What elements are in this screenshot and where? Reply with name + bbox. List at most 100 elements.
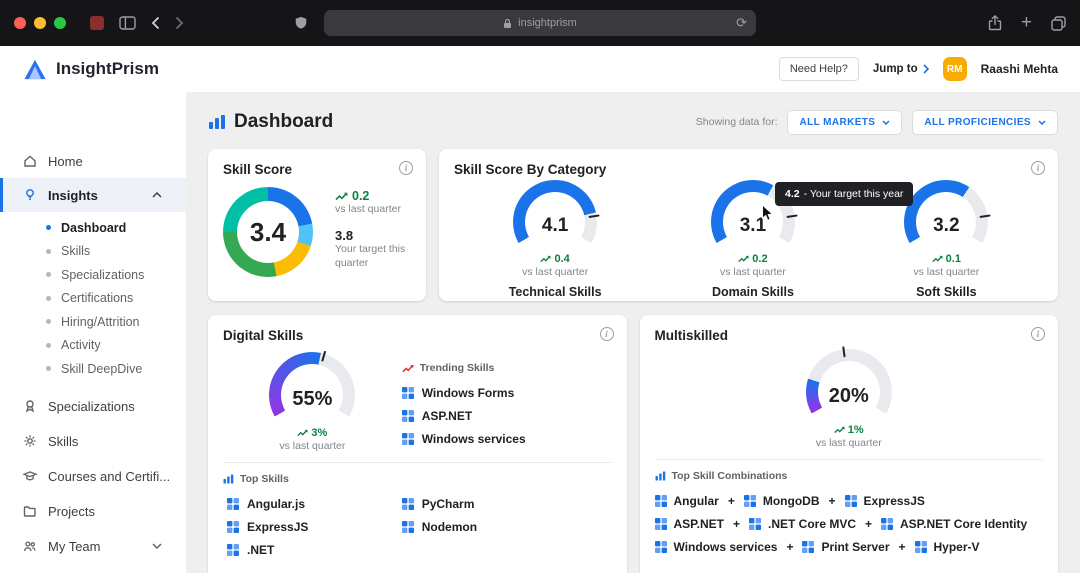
card-title: Skill Score xyxy=(223,162,411,177)
skill-label: ExpressJS xyxy=(247,520,308,534)
sidebar-toggle-icon[interactable] xyxy=(119,16,136,30)
skill-icon xyxy=(402,521,414,533)
courses-icon xyxy=(22,468,38,484)
proficiencies-filter-dropdown[interactable]: ALL PROFICIENCIES xyxy=(912,110,1058,135)
sidebar-item-skills[interactable]: Skills xyxy=(0,424,186,459)
bullet-icon xyxy=(46,319,51,324)
sidebar-item-specializations[interactable]: Specializations xyxy=(0,389,186,424)
sidebar-subitem-skills[interactable]: Skills xyxy=(0,240,186,264)
address-bar[interactable]: insightprism ⟳ xyxy=(324,10,756,36)
sidebar-subitem-activity[interactable]: Activity xyxy=(0,334,186,358)
sidebar-item-courses-certifications[interactable]: Courses and Certifi... xyxy=(0,459,186,494)
showing-data-label: Showing data for: xyxy=(696,116,778,128)
user-name: Raashi Mehta xyxy=(981,62,1058,76)
skill-icon xyxy=(655,541,667,553)
share-icon[interactable] xyxy=(988,15,1002,31)
skill-score-target: 3.8 xyxy=(335,228,419,243)
skill-icon xyxy=(749,518,761,530)
trend-up-icon xyxy=(738,255,749,263)
reload-icon[interactable]: ⟳ xyxy=(736,15,747,31)
insightprism-logo-icon xyxy=(22,58,48,81)
top-skill-item: Angular.js xyxy=(227,492,402,515)
skill-label: Angular.js xyxy=(247,497,305,511)
info-icon[interactable]: i xyxy=(1031,161,1045,175)
multiskilled-gauge: 20% 1% xyxy=(806,349,892,435)
skill-icon xyxy=(802,541,814,553)
brand[interactable]: InsightPrism xyxy=(22,58,159,81)
forward-button[interactable] xyxy=(175,16,184,30)
brand-name: InsightPrism xyxy=(56,59,159,79)
avatar[interactable]: RM xyxy=(943,57,967,81)
digital-skills-gauge: 55% 3% xyxy=(269,352,355,438)
new-tab-icon[interactable]: + xyxy=(1021,13,1032,32)
sidebar-subitem-certifications[interactable]: Certifications xyxy=(0,287,186,311)
skill-label: Windows Forms xyxy=(422,386,515,400)
skill-label: Angular xyxy=(674,494,719,508)
browser-window: insightprism ⟳ + InsightPrism Need Help?… xyxy=(0,0,1080,573)
back-button[interactable] xyxy=(151,16,160,30)
bullet-icon xyxy=(46,225,51,230)
gauge-value: 4.1 xyxy=(513,180,597,264)
plus-separator: + xyxy=(728,494,735,508)
window-close-button[interactable] xyxy=(14,17,26,29)
team-icon xyxy=(22,538,38,554)
sidebar-item-my-team[interactable]: My Team xyxy=(0,529,186,564)
sidebar-subitem-skill-deepdive[interactable]: Skill DeepDive xyxy=(0,357,186,381)
sidebar-item-insights[interactable]: Insights xyxy=(0,178,186,212)
sidebar-item-home[interactable]: Home xyxy=(0,144,186,178)
main-content: Dashboard Showing data for: ALL MARKETS … xyxy=(186,92,1080,573)
window-minimize-button[interactable] xyxy=(34,17,46,29)
tooltip-text: - Your target this year xyxy=(804,188,904,200)
skill-label: Windows services xyxy=(674,540,778,554)
chevron-down-icon xyxy=(1038,120,1046,125)
jump-to-button[interactable]: Jump to xyxy=(873,63,929,75)
subitem-label: Specializations xyxy=(61,268,144,282)
bullet-icon xyxy=(46,249,51,254)
sidebar-subitem-dashboard[interactable]: Dashboard xyxy=(0,216,186,240)
skill-icon xyxy=(744,495,756,507)
info-icon[interactable]: i xyxy=(399,161,413,175)
app-header: InsightPrism Need Help? Jump to RM Raash… xyxy=(0,46,1080,92)
skills-icon xyxy=(22,433,38,449)
trending-skill-item: ASP.NET xyxy=(402,404,612,427)
subitem-label: Activity xyxy=(61,338,101,352)
skill-icon xyxy=(227,544,239,556)
sidebar-subitem-specializations[interactable]: Specializations xyxy=(0,263,186,287)
trending-skills-title: Trending Skills xyxy=(420,362,495,374)
top-skills-icon xyxy=(223,474,234,484)
target-label: Your target this quarter xyxy=(335,243,419,270)
bullet-icon xyxy=(46,272,51,277)
skill-icon xyxy=(655,495,667,507)
sidebar-subitem-hiring-attrition[interactable]: Hiring/Attrition xyxy=(0,310,186,334)
top-skills-title: Top Skills xyxy=(240,473,289,485)
trend-up-icon xyxy=(834,426,845,434)
tooltip-value: 4.2 xyxy=(785,188,800,200)
gauge-change: 0.1 xyxy=(946,253,961,265)
sidebar-item-projects[interactable]: Projects xyxy=(0,494,186,529)
trend-up-icon xyxy=(335,192,348,201)
proficiencies-filter-label: ALL PROFICIENCIES xyxy=(924,117,1031,128)
need-help-button[interactable]: Need Help? xyxy=(779,57,859,81)
trend-up-icon xyxy=(932,255,943,263)
shield-icon[interactable] xyxy=(294,15,308,36)
info-icon[interactable]: i xyxy=(600,327,614,341)
skill-icon xyxy=(402,410,414,422)
window-fullscreen-button[interactable] xyxy=(54,17,66,29)
skill-icon xyxy=(402,387,414,399)
skill-score-donut-chart: 3.4 xyxy=(223,187,313,277)
skill-icon xyxy=(227,498,239,510)
chevron-up-icon xyxy=(152,192,172,198)
tabs-overview-icon[interactable] xyxy=(1051,16,1066,31)
browser-chrome: insightprism ⟳ + xyxy=(0,0,1080,46)
skill-score-by-category-card: Skill Score By Category i 4.2 - Your tar… xyxy=(439,149,1058,301)
extension-icon[interactable] xyxy=(90,16,104,30)
specializations-icon xyxy=(22,398,38,414)
skill-icon xyxy=(881,518,893,530)
markets-filter-dropdown[interactable]: ALL MARKETS xyxy=(787,110,902,135)
bullet-icon xyxy=(46,343,51,348)
trend-up-icon xyxy=(540,255,551,263)
skill-combination-row: Angular + MongoDB + ExpressJS xyxy=(655,489,1044,512)
multiskilled-card: Multiskilled i 20% 1% vs last quarter xyxy=(640,315,1059,573)
subitem-label: Skill DeepDive xyxy=(61,362,142,376)
info-icon[interactable]: i xyxy=(1031,327,1045,341)
